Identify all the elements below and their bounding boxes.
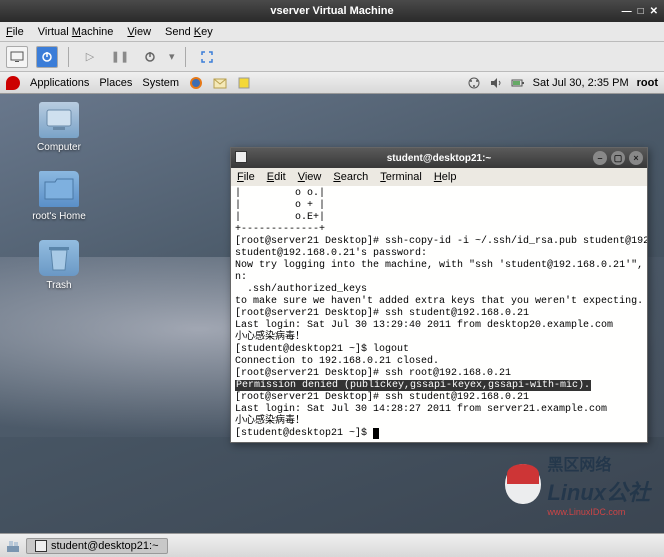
- close-icon[interactable]: ×: [629, 151, 643, 165]
- clock[interactable]: Sat Jul 30, 2:35 PM: [533, 77, 629, 89]
- vm-titlebar: vserver Virtual Machine — □ ✕: [0, 0, 664, 22]
- desktop-icons: Computer root's Home Trash: [24, 102, 94, 291]
- menu-applications[interactable]: Applications: [30, 77, 89, 89]
- terminal-title: student@desktop21:~: [387, 153, 492, 164]
- term-menu-terminal[interactable]: Terminal: [380, 171, 422, 183]
- power-button[interactable]: [36, 46, 58, 68]
- network-icon[interactable]: [467, 76, 481, 90]
- computer-glyph-icon: [39, 102, 79, 138]
- power-icon: [41, 51, 53, 63]
- maximize-icon[interactable]: ▢: [611, 151, 625, 165]
- terminal-window[interactable]: student@desktop21:~ – ▢ × File Edit View…: [230, 147, 648, 443]
- menu-system[interactable]: System: [142, 77, 179, 89]
- menu-send-key[interactable]: Send Key: [165, 26, 213, 38]
- play-button[interactable]: ▷: [79, 46, 101, 68]
- taskbar-label: student@desktop21:~: [51, 540, 159, 552]
- trash-icon[interactable]: Trash: [24, 240, 94, 291]
- mail-icon[interactable]: [213, 76, 227, 90]
- monitor-icon: [10, 51, 24, 63]
- vm-window-controls: — □ ✕: [622, 6, 658, 17]
- terminal-app-icon: [235, 151, 247, 166]
- watermark-text: 黑区网络 Linux公社 www.LinuxIDC.com: [547, 451, 650, 517]
- mushroom-icon: [505, 464, 541, 504]
- term-menu-edit[interactable]: Edit: [267, 171, 286, 183]
- battery-icon[interactable]: [511, 76, 525, 90]
- volume-icon[interactable]: [489, 76, 503, 90]
- panel-tray: Sat Jul 30, 2:35 PM root: [467, 76, 658, 90]
- term-menu-search[interactable]: Search: [333, 171, 368, 183]
- shutdown-button[interactable]: [139, 46, 161, 68]
- user-menu[interactable]: root: [637, 77, 658, 89]
- terminal-icon: [35, 540, 47, 552]
- minimize-icon[interactable]: –: [593, 151, 607, 165]
- menu-view[interactable]: View: [127, 26, 151, 38]
- folder-glyph-icon: [39, 171, 79, 207]
- menu-file[interactable]: File: [6, 26, 24, 38]
- terminal-titlebar[interactable]: student@desktop21:~ – ▢ ×: [231, 148, 647, 168]
- home-folder-icon[interactable]: root's Home: [24, 171, 94, 222]
- terminal-output[interactable]: | o o.|| o + || o.E+|+-------------+[roo…: [231, 186, 647, 442]
- icon-label: root's Home: [32, 211, 86, 222]
- firefox-icon[interactable]: [189, 76, 203, 90]
- power-icon: [144, 51, 156, 63]
- show-desktop-icon[interactable]: [6, 539, 20, 553]
- toolbar-separator: [185, 47, 186, 67]
- console-button[interactable]: [6, 46, 28, 68]
- trash-glyph-icon: [39, 240, 79, 276]
- minimize-icon[interactable]: —: [622, 6, 632, 17]
- taskbar-terminal[interactable]: student@desktop21:~: [26, 538, 168, 554]
- pause-button[interactable]: ❚❚: [109, 46, 131, 68]
- guest-desktop: Applications Places System Sat Jul 30, 2…: [0, 72, 664, 557]
- term-menu-help[interactable]: Help: [434, 171, 457, 183]
- computer-icon[interactable]: Computer: [24, 102, 94, 153]
- icon-label: Computer: [37, 142, 81, 153]
- watermark: 黑区网络 Linux公社 www.LinuxIDC.com: [505, 451, 650, 517]
- menu-virtual-machine[interactable]: Virtual Machine: [38, 26, 114, 38]
- term-menu-file[interactable]: File: [237, 171, 255, 183]
- terminal-menubar: File Edit View Search Terminal Help: [231, 168, 647, 186]
- vm-toolbar: ▷ ❚❚ ▾: [0, 42, 664, 72]
- redhat-icon[interactable]: [6, 76, 20, 90]
- vm-menubar: File Virtual Machine View Send Key: [0, 22, 664, 42]
- icon-label: Trash: [46, 280, 71, 291]
- terminal-window-controls: – ▢ ×: [593, 151, 643, 165]
- vm-title: vserver Virtual Machine: [270, 5, 393, 17]
- menu-places[interactable]: Places: [99, 77, 132, 89]
- notes-icon[interactable]: [237, 76, 251, 90]
- maximize-icon[interactable]: □: [638, 6, 644, 17]
- toolbar-separator: [68, 47, 69, 67]
- close-icon[interactable]: ✕: [650, 6, 658, 17]
- gnome-panel-bottom: student@desktop21:~: [0, 533, 664, 557]
- dropdown-arrow-icon[interactable]: ▾: [169, 50, 175, 63]
- term-menu-view[interactable]: View: [298, 171, 322, 183]
- gnome-panel-top: Applications Places System Sat Jul 30, 2…: [0, 72, 664, 94]
- expand-icon: [200, 50, 214, 64]
- fullscreen-button[interactable]: [196, 46, 218, 68]
